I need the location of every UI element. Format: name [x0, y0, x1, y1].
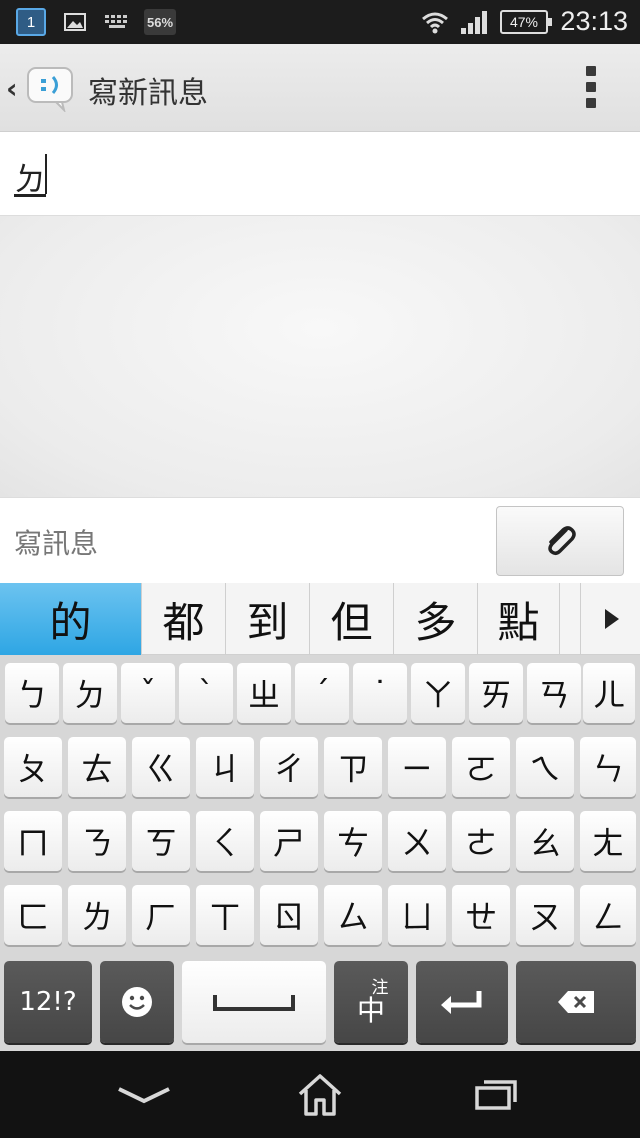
compose-bar: 寫訊息	[0, 497, 640, 583]
key[interactable]: ㄘ	[324, 811, 382, 871]
emoji-key[interactable]	[100, 961, 174, 1043]
key[interactable]: ㄜ	[452, 811, 510, 871]
candidate-item[interactable]: 多	[394, 583, 478, 655]
key[interactable]: ˇ	[121, 663, 175, 723]
candidate-bar: 的 都 到 但 多 點	[0, 583, 640, 655]
percent-badge: 56%	[144, 9, 176, 35]
candidate-item[interactable]: 的	[0, 583, 142, 655]
home-button[interactable]	[288, 1069, 352, 1121]
key[interactable]: ㄅ	[5, 663, 59, 723]
text-caret	[45, 154, 47, 194]
candidate-item[interactable]: 到	[226, 583, 310, 655]
key[interactable]: ㄝ	[452, 885, 510, 945]
battery-level: 47%	[509, 14, 539, 30]
enter-key[interactable]	[416, 961, 508, 1043]
backspace-icon	[558, 991, 594, 1013]
key[interactable]: ㄍ	[132, 737, 190, 797]
signal-icon	[459, 8, 489, 36]
key[interactable]: ㄈ	[4, 885, 62, 945]
key[interactable]: ㄥ	[580, 885, 636, 945]
key[interactable]: ˙	[353, 663, 407, 723]
more-candidates-button[interactable]	[580, 583, 640, 655]
space-key[interactable]	[182, 961, 326, 1043]
status-bar: 1 56% 47% 23:13	[0, 0, 640, 44]
picture-icon	[64, 8, 86, 36]
key[interactable]: ㄔ	[260, 737, 318, 797]
back-icon[interactable]: ‹	[6, 72, 18, 105]
key[interactable]: ㄌ	[68, 885, 126, 945]
key[interactable]: ㄏ	[132, 885, 190, 945]
enter-icon	[441, 991, 482, 1014]
calendar-icon: 1	[16, 8, 46, 36]
hide-keyboard-button[interactable]	[112, 1069, 176, 1121]
key[interactable]: ㄋ	[68, 811, 126, 871]
key[interactable]: ㄡ	[516, 885, 574, 945]
key[interactable]: ㄎ	[132, 811, 190, 871]
language-key[interactable]: 注 中	[334, 961, 408, 1043]
key[interactable]: ㄆ	[4, 737, 62, 797]
home-icon	[298, 1074, 342, 1116]
key[interactable]: ㄢ	[527, 663, 581, 723]
wifi-icon	[420, 8, 450, 36]
paperclip-icon	[548, 526, 576, 556]
recent-apps-icon	[475, 1080, 517, 1110]
action-bar: ‹ 寫新訊息	[0, 44, 640, 132]
key[interactable]: ㄉ	[63, 663, 117, 723]
page-title: 寫新訊息	[88, 76, 208, 111]
candidate-item[interactable]: 但	[310, 583, 394, 655]
attach-button[interactable]	[496, 506, 624, 576]
key[interactable]: ㄧ	[388, 737, 446, 797]
key[interactable]: ㄛ	[452, 737, 510, 797]
key[interactable]: ㄦ	[583, 663, 635, 723]
key[interactable]: ㄙ	[324, 885, 382, 945]
key[interactable]: ㄐ	[196, 737, 254, 797]
smiley-icon	[122, 987, 152, 1017]
keyboard-icon	[104, 8, 132, 36]
recents-button[interactable]	[464, 1069, 528, 1121]
key[interactable]: ㄚ	[411, 663, 465, 723]
key[interactable]: ㄕ	[260, 811, 318, 871]
conversation-area	[0, 216, 640, 497]
key[interactable]: ˋ	[179, 663, 233, 723]
key[interactable]: ㄤ	[580, 811, 636, 871]
key[interactable]: ㄇ	[4, 811, 62, 871]
recipient-input-text: ㄉ	[14, 160, 47, 198]
key[interactable]: ㄣ	[580, 737, 636, 797]
keyboard: ㄅ ㄉ ˇ ˋ ㄓ ˊ ˙ ㄚ ㄞ ㄢ ㄦ ㄆ ㄊ ㄍ ㄐ ㄔ ㄗ ㄧ ㄛ ㄟ …	[0, 655, 640, 1051]
key[interactable]: ㄊ	[68, 737, 126, 797]
percent-badge-label: 56%	[146, 14, 174, 30]
language-key-bottom: 中	[356, 993, 385, 1027]
battery-icon: 47%	[500, 10, 552, 34]
symbols-key[interactable]: 12!?	[4, 961, 92, 1043]
key[interactable]: ㄟ	[516, 737, 574, 797]
key[interactable]: ˊ	[295, 663, 349, 723]
recipient-field[interactable]: ㄉ	[0, 132, 640, 216]
backspace-key[interactable]	[516, 961, 636, 1043]
key[interactable]: ㄞ	[469, 663, 523, 723]
clock: 23:13	[560, 6, 628, 36]
key[interactable]: ㄑ	[196, 811, 254, 871]
key[interactable]: ㄒ	[196, 885, 254, 945]
key[interactable]: ㄓ	[237, 663, 291, 723]
navigation-bar	[0, 1051, 640, 1138]
calendar-day: 1	[26, 13, 36, 31]
space-bar-icon	[213, 995, 295, 1011]
key[interactable]: ㄖ	[260, 885, 318, 945]
key[interactable]: ㄠ	[516, 811, 574, 871]
chevron-down-icon	[118, 1087, 170, 1104]
overflow-menu-icon[interactable]	[584, 66, 598, 108]
key[interactable]: ㄩ	[388, 885, 446, 945]
key[interactable]: ㄗ	[324, 737, 382, 797]
key[interactable]: ㄨ	[388, 811, 446, 871]
play-arrow-icon	[604, 609, 619, 629]
messaging-app-icon[interactable]	[26, 66, 76, 114]
candidate-item[interactable]: 都	[142, 583, 226, 655]
candidate-item[interactable]: 點	[478, 583, 560, 655]
message-input[interactable]: 寫訊息	[14, 522, 98, 562]
